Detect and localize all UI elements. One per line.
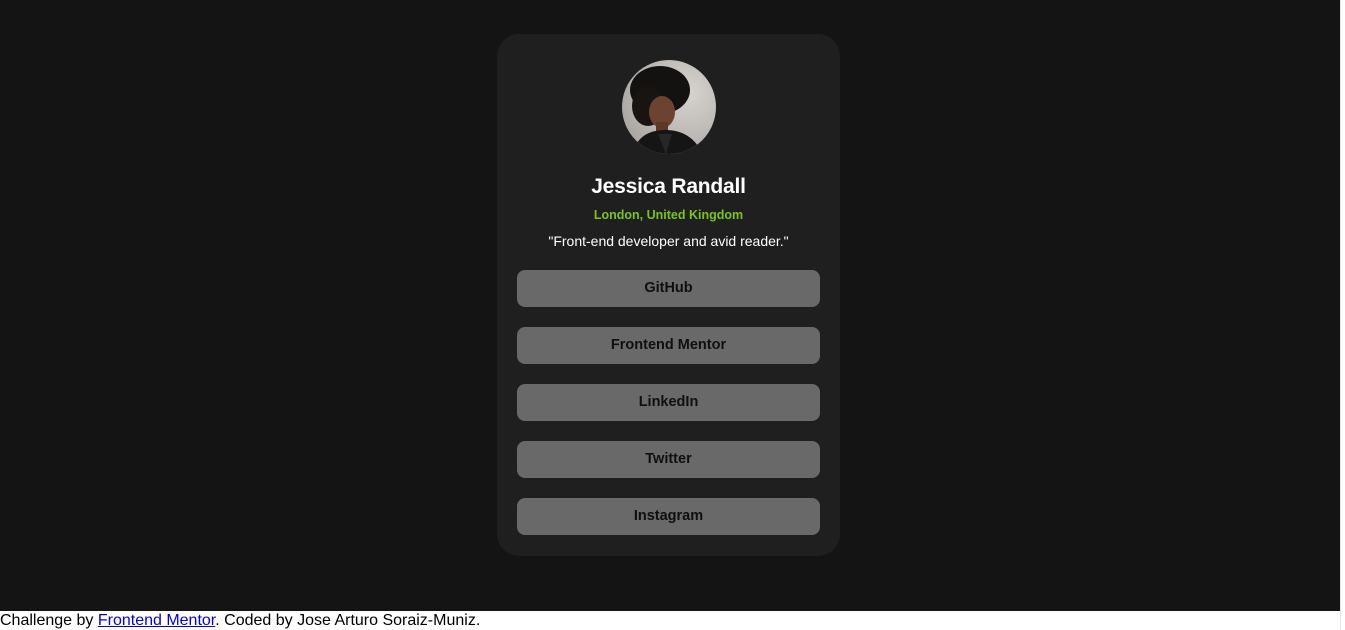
attribution-footer: Challenge by Frontend Mentor. Coded by J… [0, 611, 480, 630]
page-background: Jessica Randall London, United Kingdom "… [0, 0, 1340, 611]
instagram-link-button[interactable]: Instagram [517, 498, 820, 535]
attribution-suffix: . Coded by Jose Arturo Soraiz-Muniz. [215, 612, 481, 629]
social-links: GitHub Frontend Mentor LinkedIn Twitter … [497, 270, 840, 535]
profile-location: London, United Kingdom [593, 208, 744, 222]
linkedin-link-button[interactable]: LinkedIn [517, 384, 820, 421]
avatar-portrait-icon [629, 66, 702, 154]
profile-card: Jessica Randall London, United Kingdom "… [497, 34, 840, 556]
twitter-link-button[interactable]: Twitter [517, 441, 820, 478]
attribution-prefix: Challenge by [0, 612, 98, 629]
github-link-button[interactable]: GitHub [517, 270, 820, 307]
scrollbar[interactable] [1340, 0, 1345, 630]
profile-name: Jessica Randall [591, 175, 746, 198]
profile-bio: "Front-end developer and avid reader." [548, 233, 789, 249]
avatar [621, 60, 716, 154]
frontend-mentor-attribution-link[interactable]: Frontend Mentor [98, 612, 215, 629]
frontend-mentor-link-button[interactable]: Frontend Mentor [517, 327, 820, 364]
